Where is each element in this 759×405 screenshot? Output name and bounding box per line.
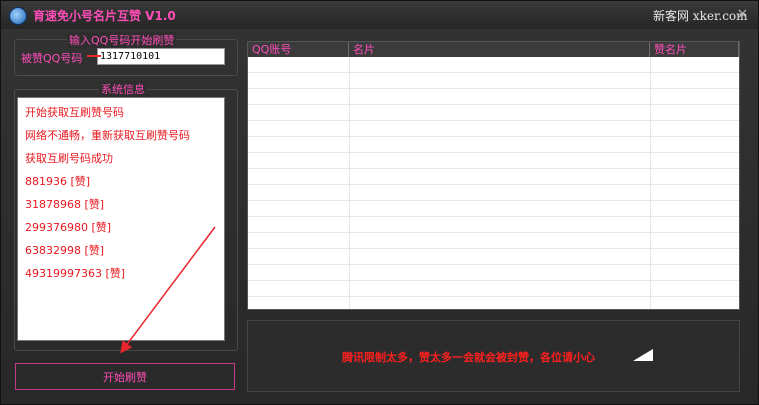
app-window: 育速免小号名片互赞 V1.0 新客网 xker.com × 输入QQ号码开始刷赞…: [0, 0, 759, 405]
annotation-arrow-to-start-button: [120, 226, 216, 354]
annotation-arrows: [87, 55, 216, 354]
